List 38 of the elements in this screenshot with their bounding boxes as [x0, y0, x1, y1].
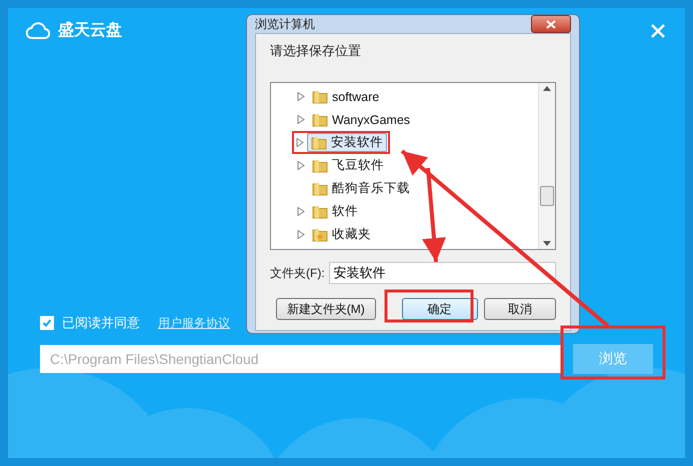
- agreement-label: 已阅读并同意: [62, 314, 140, 332]
- star-folder-icon: [312, 227, 328, 242]
- expand-arrow-icon[interactable]: [297, 207, 305, 216]
- expand-arrow-icon[interactable]: [297, 115, 305, 124]
- close-icon: [546, 20, 556, 28]
- agreement-checkbox[interactable]: [40, 316, 54, 330]
- folder-tree-item[interactable]: 安装软件: [307, 133, 387, 152]
- folder-icon: [312, 158, 328, 173]
- scrollbar-thumb[interactable]: [540, 186, 554, 206]
- folder-tree-item[interactable]: 软件: [308, 202, 362, 221]
- folder-icon: [312, 112, 328, 127]
- folder-icon: [312, 89, 328, 104]
- app-title: 盛天云盘: [58, 20, 122, 41]
- dialog-button[interactable]: 确定: [402, 298, 478, 320]
- folder-tree-item[interactable]: 飞豆软件: [308, 156, 388, 175]
- cloud-logo-icon: [26, 22, 50, 40]
- dialog-button[interactable]: 取消: [484, 298, 556, 320]
- folder-tree-item[interactable]: 酷狗音乐下载: [308, 179, 414, 198]
- scroll-up-icon[interactable]: [543, 86, 551, 91]
- scrollbar[interactable]: [538, 83, 555, 249]
- expand-arrow-icon[interactable]: [297, 161, 305, 170]
- close-icon[interactable]: [649, 22, 667, 40]
- folder-icon: [311, 135, 327, 150]
- scroll-down-icon[interactable]: [543, 241, 551, 246]
- folder-tree-item[interactable]: 收藏夹: [308, 225, 375, 244]
- folder-field-label: 文件夹(F):: [270, 264, 325, 282]
- folder-name-field[interactable]: 安装软件: [328, 262, 556, 284]
- folder-tree-item[interactable]: software: [308, 87, 384, 106]
- dialog-close-button[interactable]: [531, 15, 571, 33]
- folder-tree-item[interactable]: WanyxGames: [308, 110, 414, 129]
- dialog-title: 浏览计算机: [255, 16, 315, 32]
- expand-arrow-icon[interactable]: [296, 138, 304, 147]
- folder-icon: [312, 181, 328, 196]
- dialog-prompt: 请选择保存位置: [270, 42, 362, 60]
- expand-arrow-icon[interactable]: [297, 92, 305, 101]
- expand-arrow-icon[interactable]: [297, 230, 305, 239]
- dialog-button[interactable]: 新建文件夹(M): [276, 298, 376, 320]
- folder-icon: [312, 204, 328, 219]
